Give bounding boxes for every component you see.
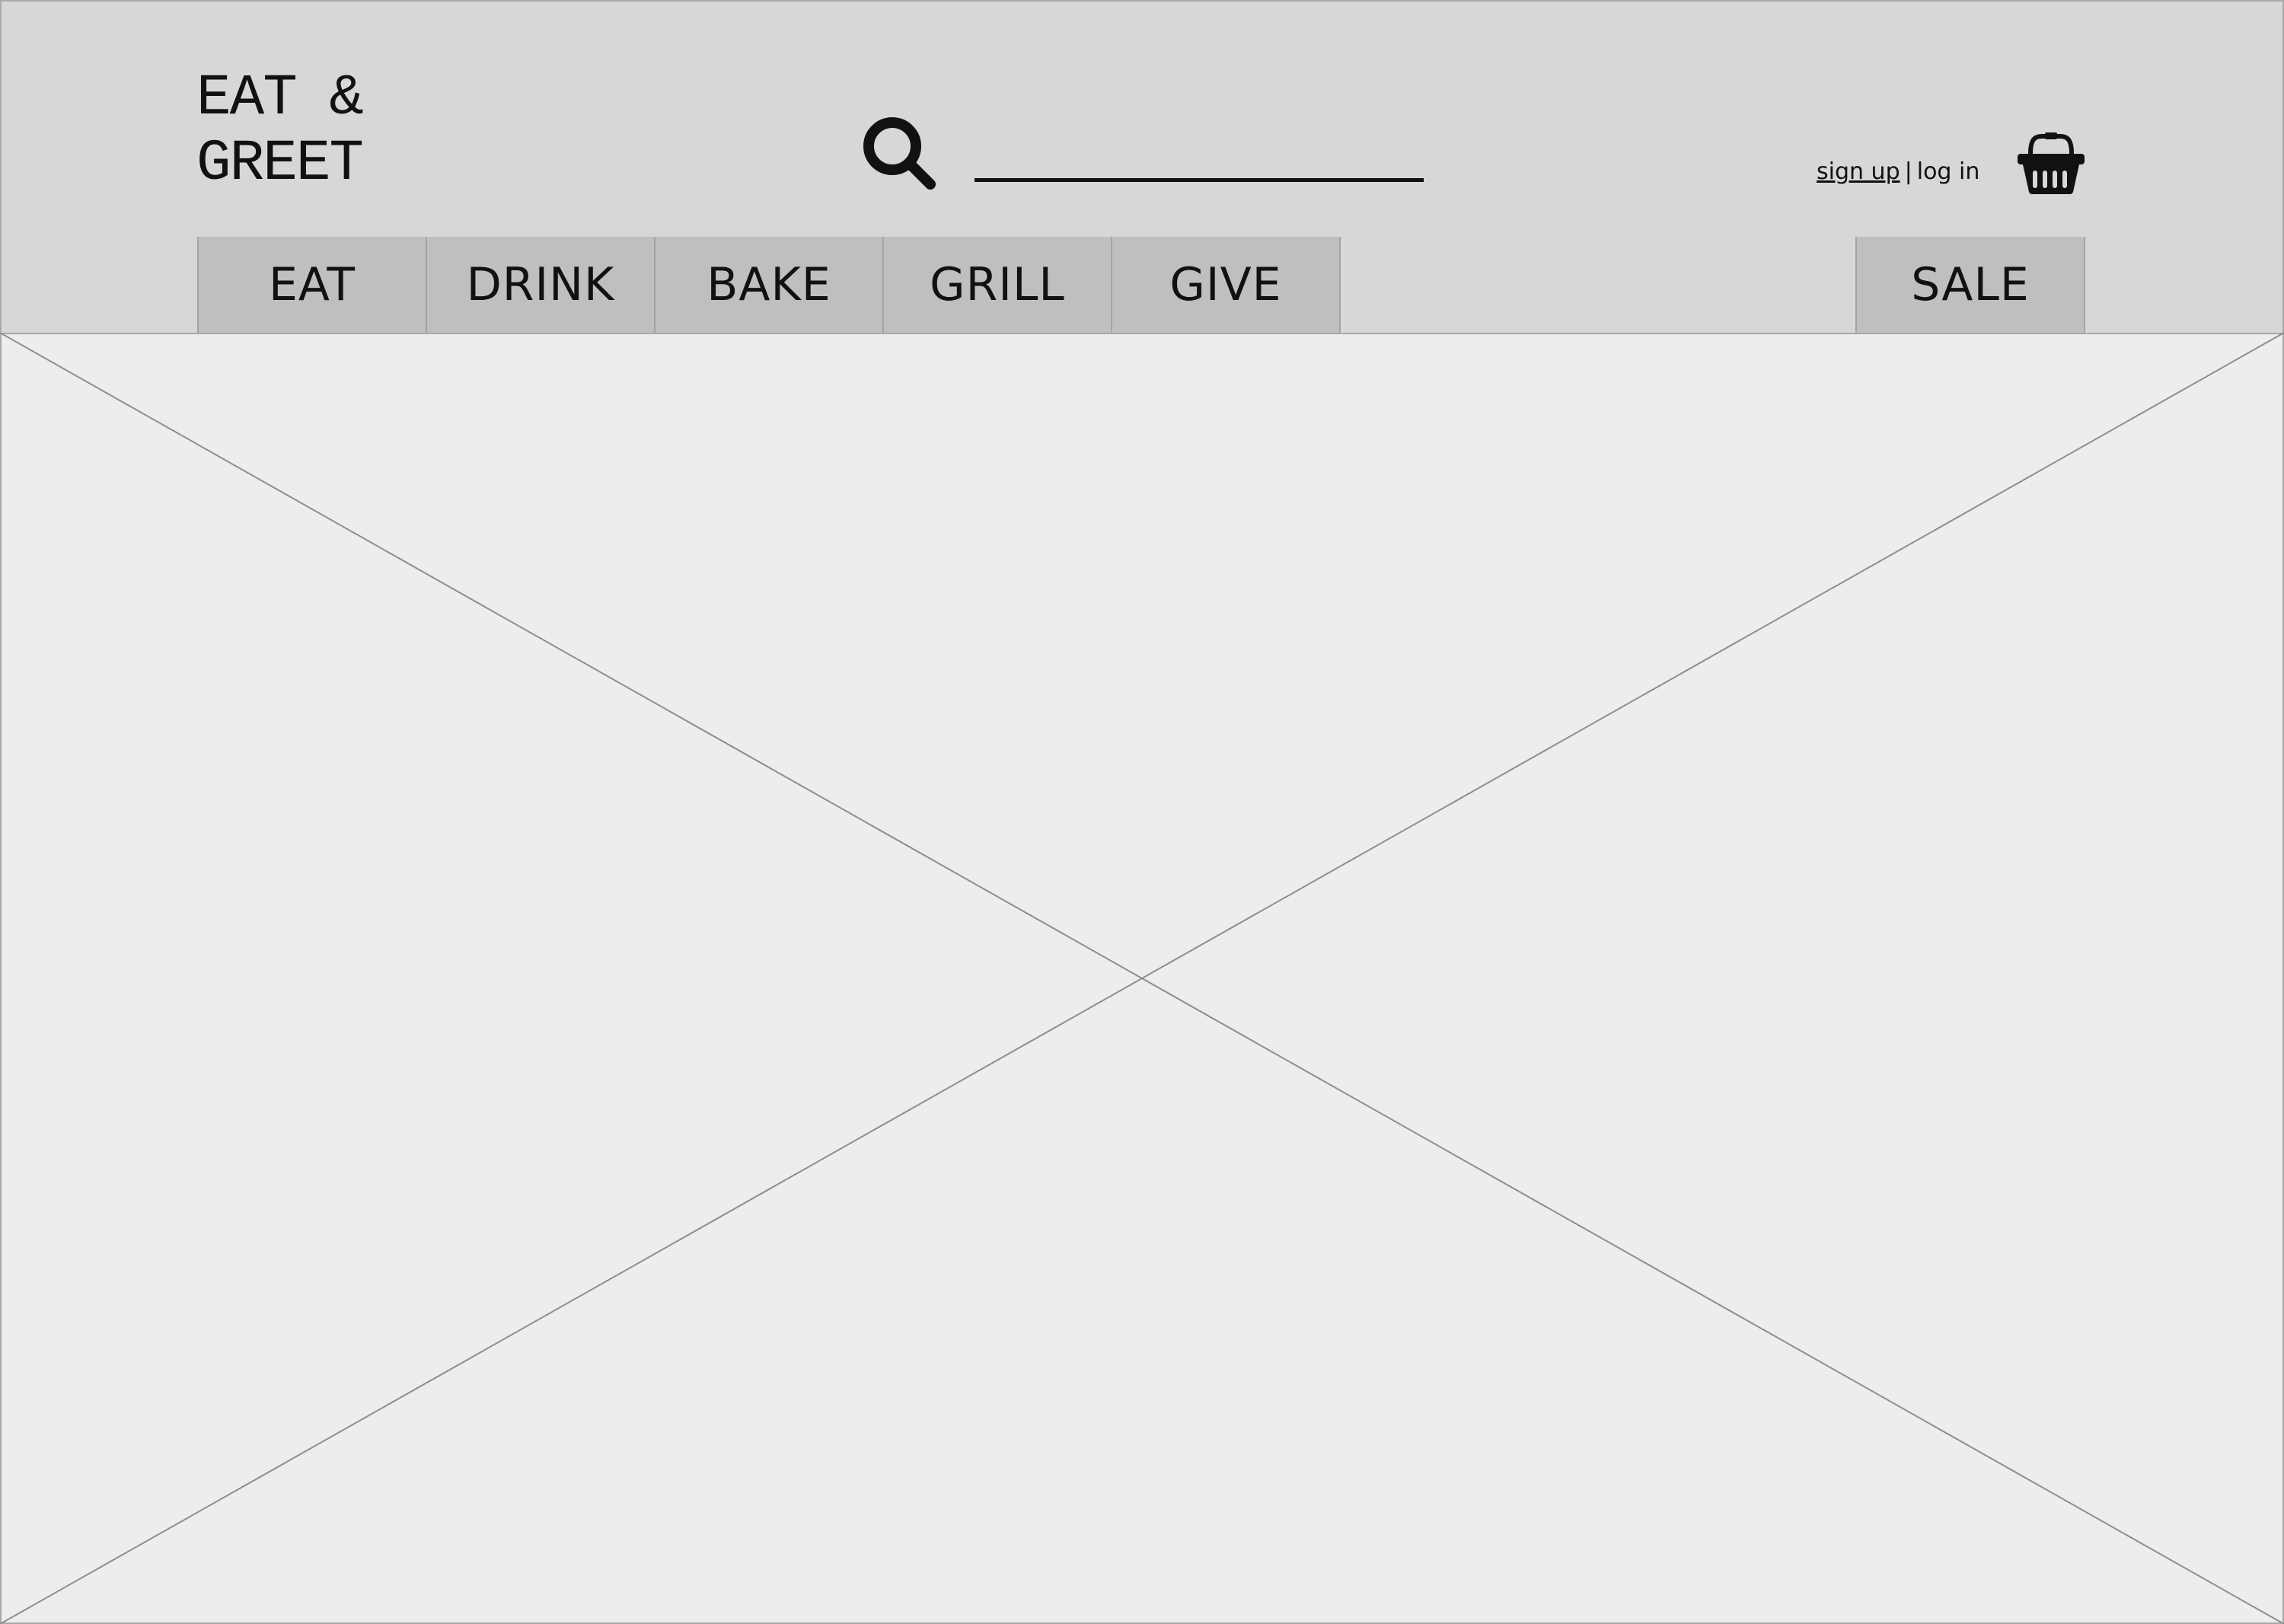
auth-separator: | <box>1904 158 1912 185</box>
auth-links: sign up | log in <box>1817 158 1979 185</box>
tab-grill[interactable]: GRILL <box>882 237 1112 333</box>
logo-line-2: GREET <box>196 131 364 196</box>
basket-icon[interactable] <box>2016 131 2086 195</box>
tab-drink[interactable]: DRINK <box>426 237 656 333</box>
tab-bake[interactable]: BAKE <box>654 237 884 333</box>
tab-eat[interactable]: EAT <box>197 237 427 333</box>
tab-sale[interactable]: SALE <box>1855 237 2085 333</box>
tab-give[interactable]: GIVE <box>1111 237 1341 333</box>
logo-line-1: EAT & <box>196 65 364 131</box>
page: EAT & GREET sign up | log in EAT DRINK BAK… <box>0 0 2284 1624</box>
search-underline <box>975 178 1424 182</box>
search-icon[interactable] <box>860 114 938 192</box>
logo[interactable]: EAT & GREET <box>196 65 440 196</box>
search-input[interactable] <box>975 123 1424 178</box>
image-placeholder <box>0 333 2284 1624</box>
sign-up-link[interactable]: sign up <box>1817 158 1900 185</box>
log-in-link[interactable]: log in <box>1917 158 1980 185</box>
main-nav: EAT DRINK BAKE GRILL GIVE SALE <box>0 237 2284 334</box>
header: EAT & GREET sign up | log in <box>0 0 2284 238</box>
